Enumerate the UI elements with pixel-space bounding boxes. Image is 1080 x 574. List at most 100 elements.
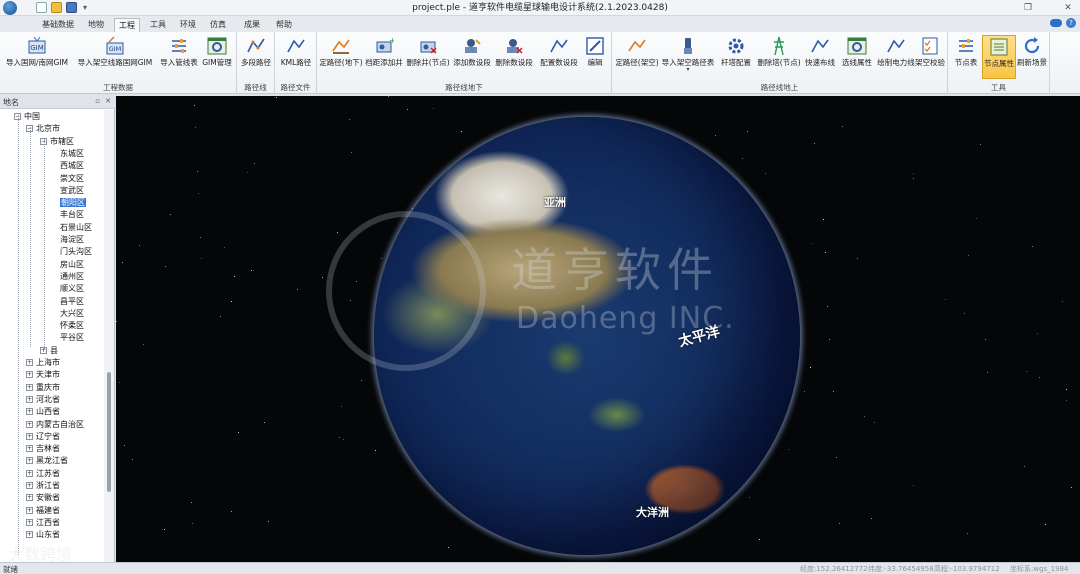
tree-scrollbar[interactable] <box>104 110 114 562</box>
tree-node[interactable]: + 黑龙江省 <box>26 455 68 467</box>
star <box>913 173 914 174</box>
quick-wiring-button[interactable]: 快速布线 <box>802 35 838 79</box>
tree-node[interactable]: − 市辖区 <box>40 136 74 148</box>
draw-power-line-button[interactable]: 绘制电力线 <box>876 35 916 79</box>
cloud-icon[interactable] <box>1050 19 1062 27</box>
tree-node[interactable]: + 安徽省 <box>26 492 60 504</box>
refresh-scene-button[interactable]: 刷新场景 <box>1016 35 1048 79</box>
tower-config-button[interactable]: 杆塔配置 <box>716 35 756 79</box>
tree-node[interactable]: + 山西省 <box>26 406 60 418</box>
expand-icon[interactable]: + <box>26 531 33 539</box>
kml-route-button[interactable]: KML路径 <box>278 35 314 79</box>
flashlight-icon <box>684 38 692 54</box>
tree-node[interactable]: 崇文区 <box>60 173 84 185</box>
tree-node[interactable]: + 河北省 <box>26 394 60 406</box>
tower-delete-icon <box>774 36 784 56</box>
tree-node[interactable]: + 内蒙古自治区 <box>26 419 84 431</box>
tree-node[interactable]: 海淀区 <box>60 234 84 246</box>
tree-node[interactable]: + 福建省 <box>26 505 60 517</box>
tab-basic-data[interactable]: 基础数据 <box>38 18 78 32</box>
tree-node[interactable]: + 江西省 <box>26 517 60 529</box>
expand-icon[interactable]: + <box>26 445 33 453</box>
tree-node[interactable]: + 县 <box>40 345 58 357</box>
import-overhead-route-table-button[interactable]: 导入架空路径表 ▾ <box>660 35 716 79</box>
define-overhead-route-button[interactable]: 定路径(架空) <box>614 35 660 79</box>
scroll-thumb[interactable] <box>107 372 111 492</box>
star <box>810 367 811 368</box>
tree-node[interactable]: + 江苏省 <box>26 468 60 480</box>
star <box>122 262 123 263</box>
tab-help[interactable]: 帮助 <box>272 18 296 32</box>
tree-node[interactable]: 西城区 <box>60 160 84 172</box>
expand-icon[interactable]: + <box>26 482 33 489</box>
tree-node-label: 大兴区 <box>60 308 84 318</box>
tab-tools[interactable]: 工具 <box>146 18 170 32</box>
node-properties-button[interactable]: 节点属性 <box>982 35 1016 79</box>
tree-node[interactable]: 房山区 <box>60 259 84 271</box>
tab-project[interactable]: 工程 <box>114 18 140 32</box>
tree-node[interactable]: 朝阳区 <box>60 197 86 209</box>
dropdown-arrow-icon[interactable]: ▾ <box>660 67 716 73</box>
expand-icon[interactable]: + <box>26 395 33 403</box>
edit-button[interactable]: 编辑 <box>581 35 609 79</box>
expand-icon[interactable]: + <box>26 494 33 502</box>
expand-icon[interactable]: + <box>26 469 33 477</box>
tab-simulation[interactable]: 仿真 <box>206 18 230 32</box>
configure-laying-section-button[interactable]: 配置数设段 <box>537 35 581 79</box>
add-well-span-button[interactable]: + 档距添加井 <box>363 35 405 79</box>
star <box>842 126 843 127</box>
tab-results[interactable]: 成果 <box>240 18 264 32</box>
tree-node[interactable]: + 辽宁省 <box>26 431 60 443</box>
tree-node[interactable]: 昌平区 <box>60 296 84 308</box>
tree-node[interactable]: 门头沟区 <box>60 246 92 258</box>
star <box>833 391 834 392</box>
import-gim-button[interactable]: GIM 导入国网/南网GIM <box>4 35 70 79</box>
add-laying-section-button[interactable]: 添加数设段 <box>451 35 493 79</box>
tree-node[interactable]: 怀柔区 <box>60 320 84 332</box>
overhead-check-button[interactable]: 架空校验 <box>912 35 948 79</box>
tab-environment[interactable]: 环境 <box>176 18 200 32</box>
restore-button[interactable]: ❐ <box>1018 0 1038 16</box>
tree-node[interactable]: 平谷区 <box>60 332 84 344</box>
pin-icon[interactable]: ▫ <box>95 97 100 105</box>
close-button[interactable]: ✕ <box>1058 0 1078 16</box>
tree-node[interactable]: 顺义区 <box>60 283 84 295</box>
expand-icon[interactable]: + <box>26 506 33 514</box>
tree-node[interactable]: + 浙江省 <box>26 480 60 492</box>
delete-well-node-button[interactable]: 删除井(节点) <box>405 35 451 79</box>
tab-features[interactable]: 地物 <box>84 18 108 32</box>
pane-close-icon[interactable]: ✕ <box>105 97 111 105</box>
tree-node[interactable]: 大兴区 <box>60 308 84 320</box>
tree-node[interactable]: + 重庆市 <box>26 382 60 394</box>
globe-viewport[interactable]: 道亨软件 Daoheng INC. 亚洲 太平洋 大洋洲 <box>116 96 1080 562</box>
expand-icon[interactable]: + <box>26 359 33 366</box>
help-icon[interactable]: ? <box>1066 18 1076 28</box>
expand-icon[interactable]: + <box>26 518 33 526</box>
expand-icon[interactable]: + <box>26 371 33 379</box>
tree-node-label: 安徽省 <box>36 493 60 503</box>
expand-icon[interactable]: + <box>26 420 33 428</box>
tree-node[interactable]: 丰台区 <box>60 209 84 221</box>
import-overhead-gim-button[interactable]: GIM 导入架空线路国网GIM <box>72 35 158 79</box>
expand-icon[interactable]: + <box>26 383 33 391</box>
tree-node[interactable]: + 上海市 <box>26 357 60 369</box>
delete-laying-section-button[interactable]: 删除数设段 <box>493 35 535 79</box>
tree-node[interactable]: + 山东省 <box>26 529 60 541</box>
tree-node[interactable]: + 吉林省 <box>26 443 60 455</box>
tree-node[interactable]: 石景山区 <box>60 222 92 234</box>
multi-segment-route-button[interactable]: 多段路径 <box>239 35 273 79</box>
import-pipeline-table-button[interactable]: 导入管线表 <box>158 35 200 79</box>
expand-icon[interactable]: + <box>26 457 33 465</box>
node-table-button[interactable]: 节点表 <box>950 35 982 79</box>
tree-node[interactable]: 通州区 <box>60 271 84 283</box>
gim-manager-button[interactable]: GIM管理 <box>200 35 234 79</box>
delete-tower-node-button[interactable]: 删除塔(节点) <box>756 35 802 79</box>
expand-icon[interactable]: + <box>26 432 33 440</box>
tree-node[interactable]: 东城区 <box>60 148 84 160</box>
tree-node[interactable]: + 天津市 <box>26 369 60 381</box>
line-selection-properties-button[interactable]: 选线属性 <box>838 35 876 79</box>
define-underground-route-button[interactable]: 定路径(地下) <box>319 35 363 79</box>
expand-icon[interactable]: + <box>26 408 33 416</box>
tree-node[interactable]: − 北京市 <box>26 123 60 135</box>
tree-node[interactable]: 宣武区 <box>60 185 84 197</box>
